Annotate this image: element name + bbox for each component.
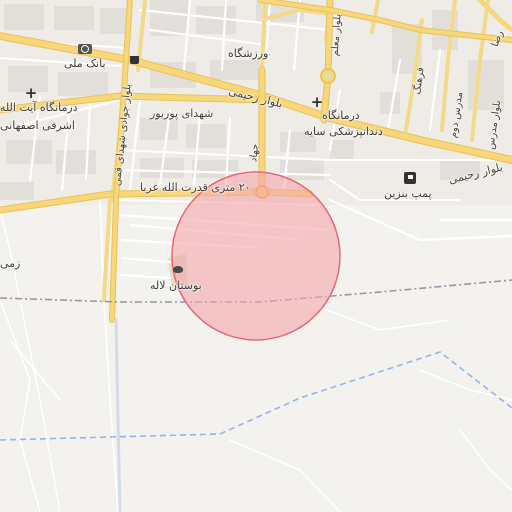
hospital-icon[interactable]: +: [310, 94, 324, 109]
label-varzeshgah[interactable]: ورزشگاه: [228, 48, 268, 59]
label-bank-melli[interactable]: بانک ملی: [64, 58, 106, 69]
label-clinic-dental[interactable]: درمانگاه: [322, 110, 360, 121]
label-zamin: زمی: [0, 257, 21, 270]
label-street-20m: ۲۰ متری قدرت الله غربا: [140, 181, 251, 194]
label-jahad: جهاد: [248, 143, 262, 163]
label-fuel-station[interactable]: پمپ بنزین: [384, 188, 432, 199]
fuel-icon[interactable]: [404, 172, 416, 184]
label-shohada-pourbour: شهدای پوربور: [150, 107, 214, 120]
radius-circle: [171, 171, 341, 341]
label-clinic-dental-2[interactable]: دندانپزشکی سایه: [304, 126, 383, 137]
label-clinic-ayatollah[interactable]: درمانگاه آیت الله: [0, 102, 78, 113]
map-view[interactable]: + + بانک ملی ورزشگاه درمانگاه آیت الله ا…: [0, 0, 512, 512]
map-canvas: [0, 0, 512, 512]
bank-icon[interactable]: [78, 44, 92, 54]
label-park-laleh[interactable]: بوستان لاله: [150, 280, 202, 291]
park-icon[interactable]: [171, 262, 185, 276]
label-clinic-ayatollah-2[interactable]: اشرفی اصفهانی: [0, 120, 75, 131]
shop-icon[interactable]: [128, 52, 140, 64]
hospital-icon[interactable]: +: [24, 85, 38, 100]
waterway-line: [0, 351, 512, 441]
